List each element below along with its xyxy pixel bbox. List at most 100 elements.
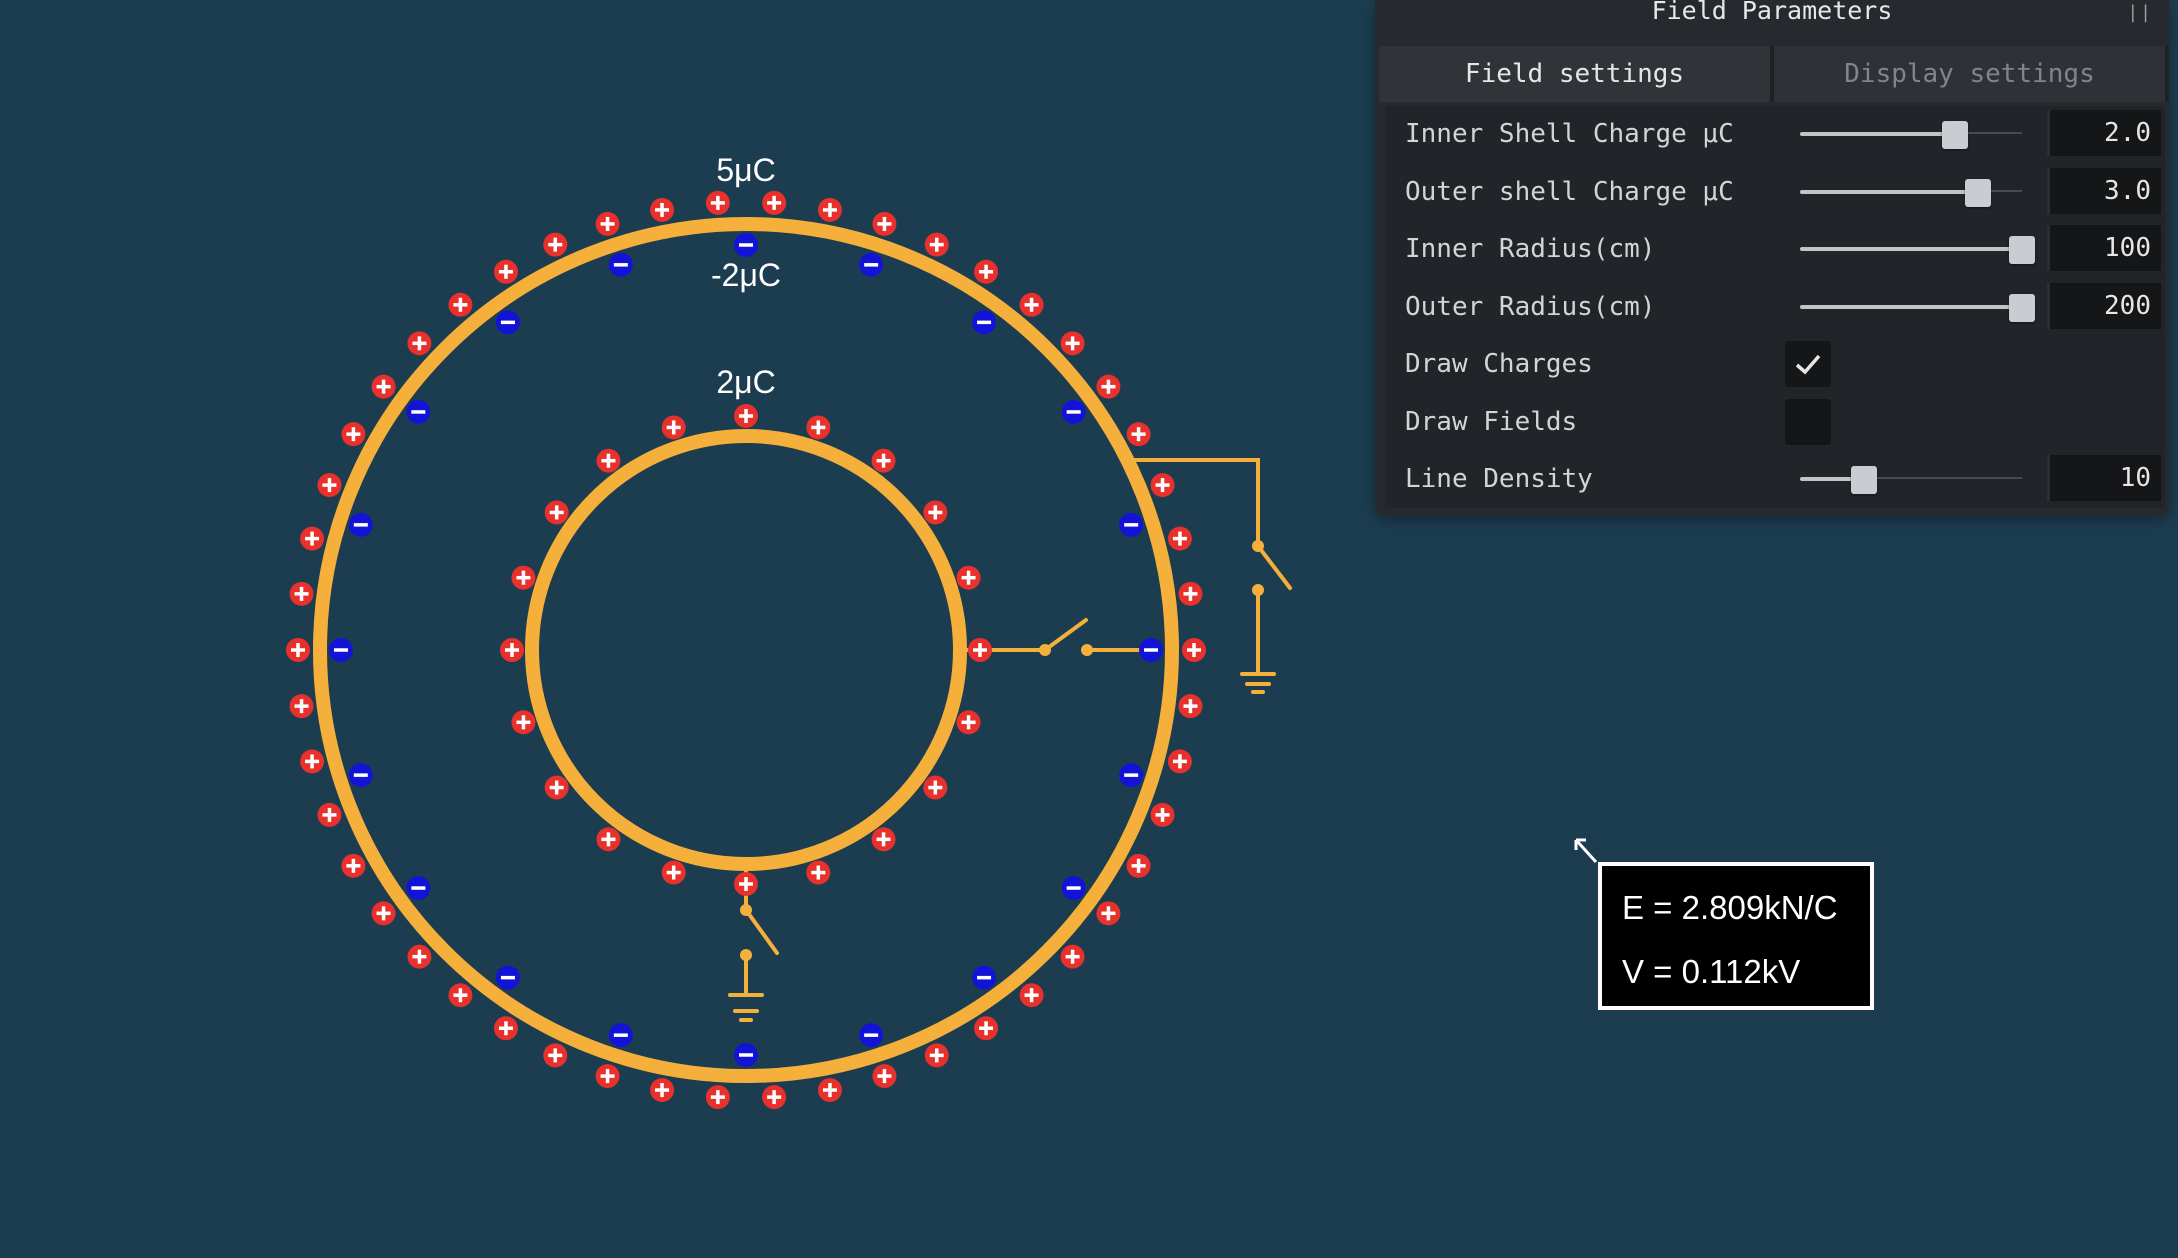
- positive-charge-icon: [956, 565, 981, 590]
- positive-charge-icon: [872, 1064, 897, 1089]
- positive-charge-icon: [1167, 526, 1192, 551]
- tab-field-settings[interactable]: Field settings: [1379, 46, 1774, 102]
- positive-charge-icon: [371, 374, 396, 399]
- row-inner-radius: Inner Radius(cm) 100: [1385, 221, 2165, 277]
- positive-charge-icon: [872, 211, 897, 236]
- negative-charge-icon: [972, 310, 997, 335]
- slider-thumb[interactable]: [1942, 121, 1969, 149]
- field-strength-readout: E = 2.809kN/C: [1622, 889, 1838, 926]
- negative-charge-icon: [972, 965, 997, 990]
- negative-charge-icon: [734, 1043, 758, 1067]
- positive-charge-icon: [511, 565, 536, 590]
- negative-charge-icon: [859, 252, 884, 277]
- positive-charge-icon: [923, 500, 948, 525]
- positive-charge-icon: [544, 775, 569, 800]
- positive-charge-icon: [543, 232, 568, 257]
- positive-charge-icon: [924, 1043, 949, 1068]
- draw-fields-checkbox[interactable]: [1785, 399, 1831, 445]
- inner-radius-input[interactable]: 100: [2047, 225, 2161, 271]
- outer-radius-input[interactable]: 200: [2047, 283, 2161, 329]
- positive-charge-icon: [956, 710, 981, 735]
- positive-charge-icon: [1150, 473, 1175, 498]
- negative-charge-icon: [329, 638, 353, 662]
- draw-charges-label: Draw Charges: [1405, 349, 1593, 379]
- positive-charge-icon: [543, 1043, 568, 1068]
- row-inner-shell-charge: Inner Shell Charge μC 2.0: [1385, 106, 2165, 162]
- negative-charge-icon: [495, 965, 520, 990]
- positive-charge-icon: [407, 331, 432, 356]
- ground-icon: [1240, 672, 1276, 694]
- outer-shell-charge-input[interactable]: 3.0: [2047, 168, 2161, 214]
- positive-charge-icon: [1178, 694, 1203, 719]
- positive-charge-icon: [596, 448, 621, 473]
- positive-charge-icon: [974, 1016, 999, 1041]
- outer-shell-charge-slider[interactable]: [1800, 164, 2022, 220]
- potential-readout: V = 0.112kV: [1622, 953, 1801, 990]
- positive-charge-icon: [341, 853, 366, 878]
- positive-charge-icon: [661, 860, 686, 885]
- positive-charge-icon: [407, 944, 432, 969]
- field-readout-tooltip: E = 2.809kN/C V = 0.112kV: [1598, 862, 1874, 1010]
- line-density-slider[interactable]: [1800, 451, 2022, 507]
- switch-icon: [744, 908, 779, 955]
- positive-charge-icon: [1178, 581, 1203, 606]
- slider-thumb[interactable]: [2009, 236, 2035, 264]
- slider-thumb[interactable]: [2009, 294, 2035, 322]
- positive-charge-icon: [511, 710, 536, 735]
- positive-charge-icon: [762, 1085, 787, 1110]
- positive-charge-icon: [341, 422, 366, 447]
- draw-fields-label: Draw Fields: [1405, 407, 1578, 437]
- inner-radius-label: Inner Radius(cm): [1405, 234, 1656, 264]
- positive-charge-icon: [317, 802, 342, 827]
- row-outer-radius: Outer Radius(cm) 200: [1385, 279, 2165, 335]
- outer-radius-slider[interactable]: [1800, 279, 2035, 335]
- row-line-density: Line Density 10: [1385, 451, 2165, 507]
- negative-charge-icon: [859, 1023, 884, 1048]
- positive-charge-icon: [500, 638, 524, 662]
- positive-charge-icon: [596, 827, 621, 852]
- slider-thumb[interactable]: [1851, 466, 1878, 494]
- negative-charge-icon: [734, 233, 758, 257]
- positive-charge-icon: [923, 775, 948, 800]
- line-density-label: Line Density: [1405, 464, 1593, 494]
- positive-charge-icon: [448, 292, 473, 317]
- panel-tabs: Field settings Display settings: [1379, 46, 2169, 102]
- inner-shell-charge-input[interactable]: 2.0: [2047, 110, 2161, 156]
- inner-shell-charge-label: Inner Shell Charge μC: [1405, 119, 1734, 149]
- positive-charge-icon: [1126, 422, 1151, 447]
- tab-display-settings[interactable]: Display settings: [1774, 46, 2169, 102]
- positive-charge-icon: [1182, 638, 1206, 662]
- ground-icon: [728, 993, 764, 1022]
- slider-thumb[interactable]: [1964, 179, 1991, 207]
- panel-title[interactable]: Field Parameters: [1375, 0, 2169, 36]
- positive-charge-icon: [650, 197, 675, 222]
- switch-icon: [1256, 544, 1292, 590]
- negative-charge-icon: [1119, 763, 1144, 788]
- outer-shell-charge-label: Outer shell Charge μC: [1405, 177, 1734, 207]
- positive-charge-icon: [493, 259, 518, 284]
- checkmark-icon: [1795, 354, 1821, 375]
- negative-charge-icon: [608, 1023, 633, 1048]
- positive-charge-icon: [817, 1078, 842, 1103]
- inner-shell-charge-slider[interactable]: [1800, 106, 2022, 162]
- positive-charge-icon: [289, 581, 314, 606]
- negative-charge-icon: [495, 310, 520, 335]
- outer-radius-label: Outer Radius(cm): [1405, 292, 1656, 322]
- positive-charge-icon: [317, 473, 342, 498]
- inner-radius-slider[interactable]: [1800, 221, 2035, 277]
- collapse-icon[interactable]: ||: [2127, 2, 2153, 23]
- positive-charge-icon: [300, 526, 325, 551]
- positive-charge-icon: [371, 901, 396, 926]
- settings-body: Inner Shell Charge μC 2.0 Outer shell Ch…: [1385, 106, 2165, 508]
- positive-charge-icon: [705, 1085, 730, 1110]
- negative-charge-icon: [1061, 876, 1086, 901]
- line-density-input[interactable]: 10: [2047, 455, 2161, 501]
- positive-charge-icon: [817, 197, 842, 222]
- positive-charge-icon: [544, 500, 569, 525]
- positive-charge-icon: [968, 638, 992, 662]
- outer-shell-outer-charge-label: 5μC: [716, 152, 775, 188]
- positive-charge-icon: [1019, 292, 1044, 317]
- draw-charges-checkbox[interactable]: [1785, 341, 1831, 387]
- row-draw-charges: Draw Charges: [1385, 336, 2165, 392]
- positive-charge-icon: [1096, 901, 1121, 926]
